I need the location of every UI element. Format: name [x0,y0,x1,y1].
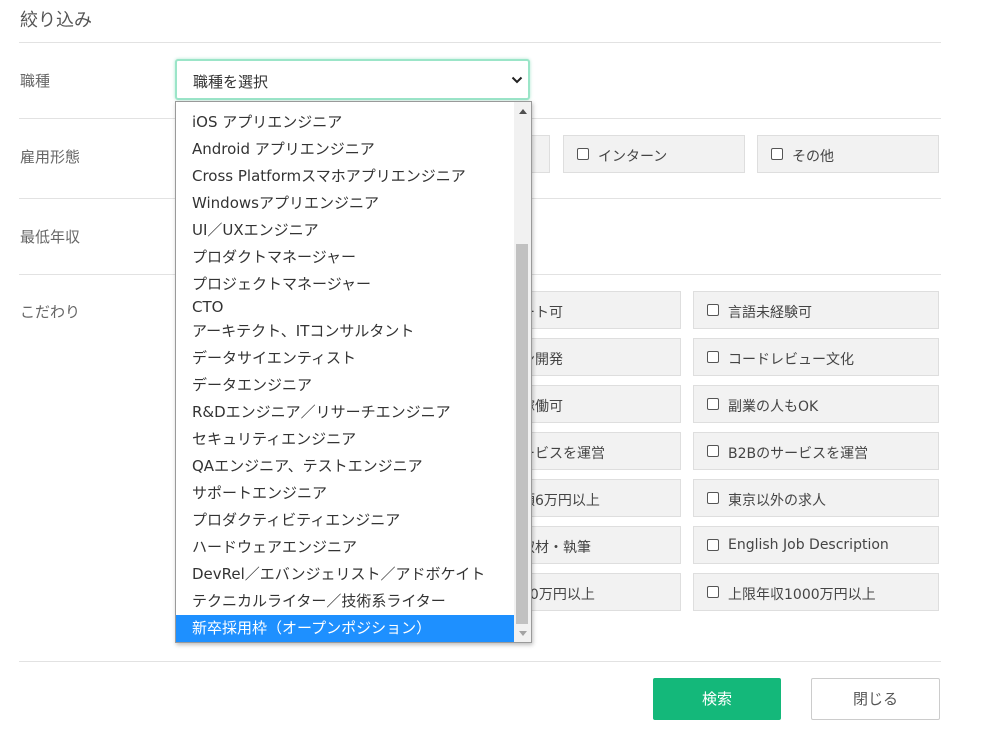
dropdown-scrollbar[interactable] [514,102,531,642]
dropdown-option[interactable]: データエンジニア [176,372,514,399]
preference-option-label: 東京以外の求人 [728,493,826,509]
dropdown-option[interactable]: DevRel／エバンジェリスト／アドボケイト [176,561,514,588]
dropdown-option-clipped[interactable] [176,101,514,102]
divider [19,661,941,662]
preference-option-label: コードレビュー文化 [728,352,854,368]
dropdown-option[interactable]: CTO [176,295,514,319]
scroll-down-arrow-icon[interactable] [519,631,527,636]
checkbox[interactable] [707,492,719,504]
preference-option-partial[interactable]: ン開発 [516,338,681,376]
preference-option-partial[interactable]: 取材・執筆 [516,526,681,564]
dropdown-option[interactable]: Windowsアプリエンジニア [176,190,514,217]
dropdown-option[interactable]: プロダクトマネージャー [176,244,514,271]
divider [19,42,941,43]
preference-option[interactable]: 言語未経験可 [693,291,939,329]
preference-option[interactable]: 上限年収1000万円以上 [693,573,939,611]
preference-option-label: 副業の人もOK [728,399,819,415]
employment-option-partial[interactable] [530,135,550,173]
dropdown-option[interactable]: UI／UXエンジニア [176,217,514,244]
preference-option[interactable]: B2Bのサービスを運営 [693,432,939,470]
employment-option-label: インターン [598,149,668,165]
dropdown-option[interactable]: アーキテクト、ITコンサルタント [176,318,514,345]
preference-option[interactable]: 副業の人もOK [693,385,939,423]
preference-option-label: 言語未経験可 [728,305,812,321]
job-type-dropdown-list[interactable]: iOS アプリエンジニア Android アプリエンジニア Cross Plat… [175,101,532,643]
close-button[interactable]: 閉じる [811,678,940,720]
dropdown-option[interactable]: セキュリティエンジニア [176,426,514,453]
preference-option[interactable]: 東京以外の求人 [693,479,939,517]
job-type-select[interactable]: 職種を選択 [175,59,530,100]
dropdown-option-selected[interactable]: 新卒採用枠（オープンポジション） [176,615,514,642]
dropdown-option[interactable]: ハードウェアエンジニア [176,534,514,561]
dropdown-option[interactable]: テクニカルライター／技術系ライター [176,588,514,615]
preference-option[interactable]: English Job Description [693,526,939,564]
checkbox[interactable] [577,148,589,160]
preference-option-partial[interactable]: 00万円以上 [516,573,681,611]
dropdown-option[interactable]: プロジェクトマネージャー [176,271,514,298]
employment-label: 雇用形態 [20,148,81,166]
preference-option-label: B2Bのサービスを運営 [728,446,869,462]
dropdown-option[interactable]: iOS アプリエンジニア [176,109,514,136]
dropdown-option[interactable]: QAエンジニア、テストエンジニア [176,453,514,480]
chevron-down-icon [511,76,523,84]
employment-option-label: その他 [792,149,834,165]
min-salary-label: 最低年収 [20,228,81,246]
preference-option[interactable]: コードレビュー文化 [693,338,939,376]
dropdown-option[interactable]: サポートエンジニア [176,480,514,507]
employment-option-other[interactable]: その他 [757,135,939,173]
checkbox[interactable] [707,398,719,410]
search-button[interactable]: 検索 [653,678,781,720]
preference-option-partial[interactable]: 額6万円以上 [516,479,681,517]
employment-option-intern[interactable]: インターン [563,135,745,173]
preference-option-label: 額6万円以上 [521,493,600,509]
scroll-up-arrow-icon[interactable] [519,109,527,114]
preference-option-label: 上限年収1000万円以上 [728,587,876,603]
checkbox[interactable] [771,148,783,160]
panel-title: 絞り込み [20,10,92,31]
dropdown-option[interactable]: プロダクティビティエンジニア [176,507,514,534]
preference-option-label: ービスを運営 [521,446,605,462]
scrollbar-thumb[interactable] [516,244,528,624]
dropdown-option[interactable]: Cross Platformスマホアプリエンジニア [176,163,514,190]
job-type-select-value: 職種を選択 [193,73,269,91]
preference-option-label: English Job Description [728,537,889,553]
checkbox[interactable] [707,304,719,316]
preference-option-partial[interactable]: 稼働可 [516,385,681,423]
preference-option-partial[interactable]: ート可 [516,291,681,329]
preference-option-label: 00万円以上 [521,587,595,603]
dropdown-option[interactable]: R&Dエンジニア／リサーチエンジニア [176,399,514,426]
dropdown-option[interactable]: データサイエンティスト [176,345,514,372]
checkbox[interactable] [707,539,719,551]
checkbox[interactable] [707,586,719,598]
checkbox[interactable] [707,445,719,457]
job-type-label: 職種 [20,72,51,90]
preferences-label: こだわり [20,303,81,321]
preference-option-partial[interactable]: ービスを運営 [516,432,681,470]
dropdown-option[interactable]: Android アプリエンジニア [176,136,514,163]
checkbox[interactable] [707,351,719,363]
